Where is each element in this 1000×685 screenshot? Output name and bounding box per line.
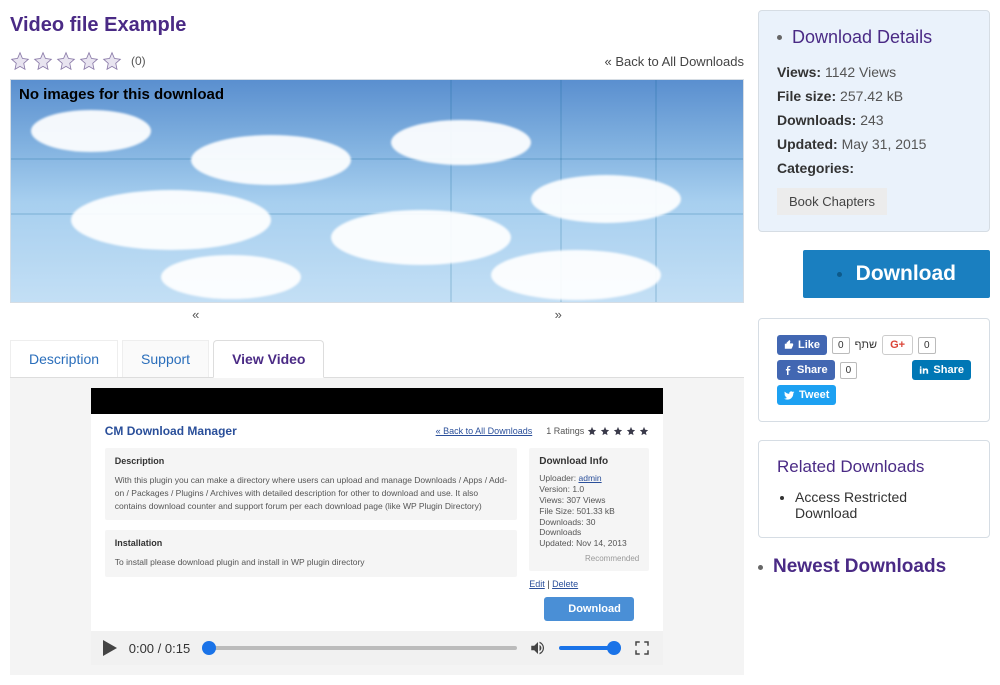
facebook-icon xyxy=(784,366,793,375)
rating-stars[interactable]: (0) xyxy=(10,51,146,71)
star-icon xyxy=(613,426,623,436)
inner-installation-heading: Installation xyxy=(115,538,508,548)
hero-overlay-text: No images for this download xyxy=(19,86,224,103)
playback-time: 0:00 / 0:15 xyxy=(129,641,190,656)
page-title: Video file Example xyxy=(10,14,744,37)
hero-image: No images for this download xyxy=(10,79,744,303)
like-count: 0 xyxy=(832,337,850,354)
related-heading: Related Downloads xyxy=(777,457,924,477)
delete-link[interactable]: Delete xyxy=(552,579,578,589)
download-details-heading: Download Details xyxy=(792,27,932,48)
star-icon xyxy=(33,51,53,71)
volume-icon[interactable] xyxy=(529,639,547,657)
star-icon xyxy=(10,51,30,71)
fullscreen-icon[interactable] xyxy=(633,639,651,657)
share-count: 0 xyxy=(840,362,858,379)
twitter-icon xyxy=(784,390,795,401)
detail-updated: Updated: May 31, 2015 xyxy=(777,136,971,152)
back-to-downloads-link[interactable]: « Back to All Downloads xyxy=(605,54,744,69)
related-item[interactable]: Access Restricted Download xyxy=(795,489,971,521)
tweet-button[interactable]: Tweet xyxy=(777,385,836,405)
facebook-share-button[interactable]: Share xyxy=(777,360,835,380)
detail-filesize: File size: 257.42 kB xyxy=(777,88,971,104)
google-plus-button[interactable]: G+ xyxy=(882,335,913,355)
volume-bar[interactable] xyxy=(559,646,621,650)
inner-installation-text: To install please download plugin and in… xyxy=(115,556,508,569)
info-uploader: Uploader: admin xyxy=(539,473,639,483)
thumbs-up-icon xyxy=(784,340,794,350)
info-filesize: File Size: 501.33 kB xyxy=(539,506,639,516)
inner-download-button[interactable]: Download xyxy=(544,597,634,621)
seek-bar[interactable] xyxy=(202,646,517,650)
video-controls: 0:00 / 0:15 xyxy=(91,631,664,665)
info-downloads: Downloads: 30 Downloads xyxy=(539,517,639,537)
carousel-prev[interactable]: « xyxy=(192,307,199,322)
video-player[interactable]: CM Download Manager « Back to All Downlo… xyxy=(91,388,664,665)
inner-rating: 1 Ratings xyxy=(546,426,649,436)
star-icon xyxy=(639,426,649,436)
newest-downloads-heading: Newest Downloads xyxy=(773,556,946,578)
tab-panel-view-video: CM Download Manager « Back to All Downlo… xyxy=(10,378,744,675)
rating-count: (0) xyxy=(131,54,146,68)
linkedin-icon xyxy=(919,365,929,375)
tab-description[interactable]: Description xyxy=(10,340,118,377)
tab-view-video[interactable]: View Video xyxy=(213,340,324,378)
detail-views: Views: 1142 Views xyxy=(777,64,971,80)
facebook-like-button[interactable]: Like xyxy=(777,335,827,355)
hebrew-share-label: שתף xyxy=(855,339,877,351)
download-details-panel: Download Details Views: 1142 Views File … xyxy=(758,10,990,232)
star-icon xyxy=(79,51,99,71)
inner-page-title: CM Download Manager xyxy=(105,424,237,438)
linkedin-share-button[interactable]: Share xyxy=(912,360,971,380)
star-icon xyxy=(102,51,122,71)
edit-link[interactable]: Edit xyxy=(529,579,545,589)
tabs: Description Support View Video xyxy=(10,340,744,378)
social-panel: Like 0 שתף G+ 0 Share 0 Share xyxy=(758,318,990,422)
category-tag[interactable]: Book Chapters xyxy=(777,188,887,215)
download-button[interactable]: Download xyxy=(803,250,990,298)
detail-categories: Categories: xyxy=(777,160,971,176)
info-views: Views: 307 Views xyxy=(539,495,639,505)
inner-description-text: With this plugin you can make a director… xyxy=(115,474,508,512)
inner-back-link[interactable]: « Back to All Downloads xyxy=(436,426,533,436)
gplus-count: 0 xyxy=(918,337,936,354)
play-icon[interactable] xyxy=(103,640,117,656)
info-updated: Updated: Nov 14, 2013 xyxy=(539,538,639,548)
tab-support[interactable]: Support xyxy=(122,340,209,377)
recommended-badge: Recommended xyxy=(539,554,639,563)
inner-description-heading: Description xyxy=(115,456,508,466)
carousel-next[interactable]: » xyxy=(555,307,562,322)
related-downloads-panel: Related Downloads Access Restricted Down… xyxy=(758,440,990,538)
download-info-heading: Download Info xyxy=(539,456,639,467)
uploader-link[interactable]: admin xyxy=(578,473,601,483)
star-icon xyxy=(626,426,636,436)
info-version: Version: 1.0 xyxy=(539,484,639,494)
star-icon xyxy=(587,426,597,436)
star-icon xyxy=(600,426,610,436)
detail-downloads: Downloads: 243 xyxy=(777,112,971,128)
star-icon xyxy=(56,51,76,71)
